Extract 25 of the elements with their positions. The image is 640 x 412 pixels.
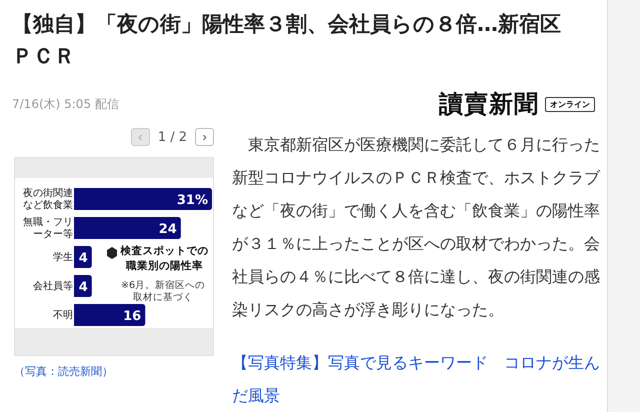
value-label: 4	[78, 280, 88, 295]
next-button[interactable]: ›	[195, 128, 214, 146]
article-body: 東京都新宿区が医療機関に委託して６月に行った新型コロナウイルスのＰＣＲ検査で、ホストクラブなど「夜の街」で働く人を含む「飲食業」の陽性率が３１％に上ったことが区への取材でわかった。会社員らの４％に比べて８倍に達し、夜の街関連の感染リスクの高さが浮き彫りになった。	[232, 134, 602, 321]
category-label: 会社員等	[33, 281, 73, 293]
chart-note: ※6月。新宿区への取材に基づく	[120, 280, 206, 304]
value-label: 31%	[176, 193, 208, 208]
value-label: 4	[78, 251, 88, 266]
online-badge: オンライン	[545, 96, 596, 112]
value-label: 24	[158, 222, 177, 237]
publish-date: 7/16(木) 5:05 配信	[12, 96, 119, 112]
chart-title: 検査スポットでの職業別の陽性率	[119, 244, 210, 274]
bar	[74, 275, 92, 297]
category-label: 無職・フリーター等	[22, 217, 73, 241]
category-label: 学生	[53, 252, 73, 264]
publisher-logo[interactable]: 讀賣新聞	[439, 88, 540, 120]
article-title: 【独自】「夜の街」陽性率３割、会社員らの８倍…新宿区ＰＣＲ	[12, 11, 562, 70]
bar	[74, 246, 92, 268]
page-counter: 1 / 2	[158, 130, 187, 144]
photo-caption: （写真：読売新聞）	[14, 364, 114, 379]
cube-icon	[107, 247, 117, 259]
bar	[74, 304, 146, 326]
category-label: 夜の街関連など飲食業	[22, 188, 73, 212]
value-label: 16	[123, 309, 142, 324]
category-label: 不明	[53, 310, 73, 322]
related-link[interactable]: 【写真特集】写真で見るキーワード コロナが生んだ風景	[232, 346, 602, 412]
